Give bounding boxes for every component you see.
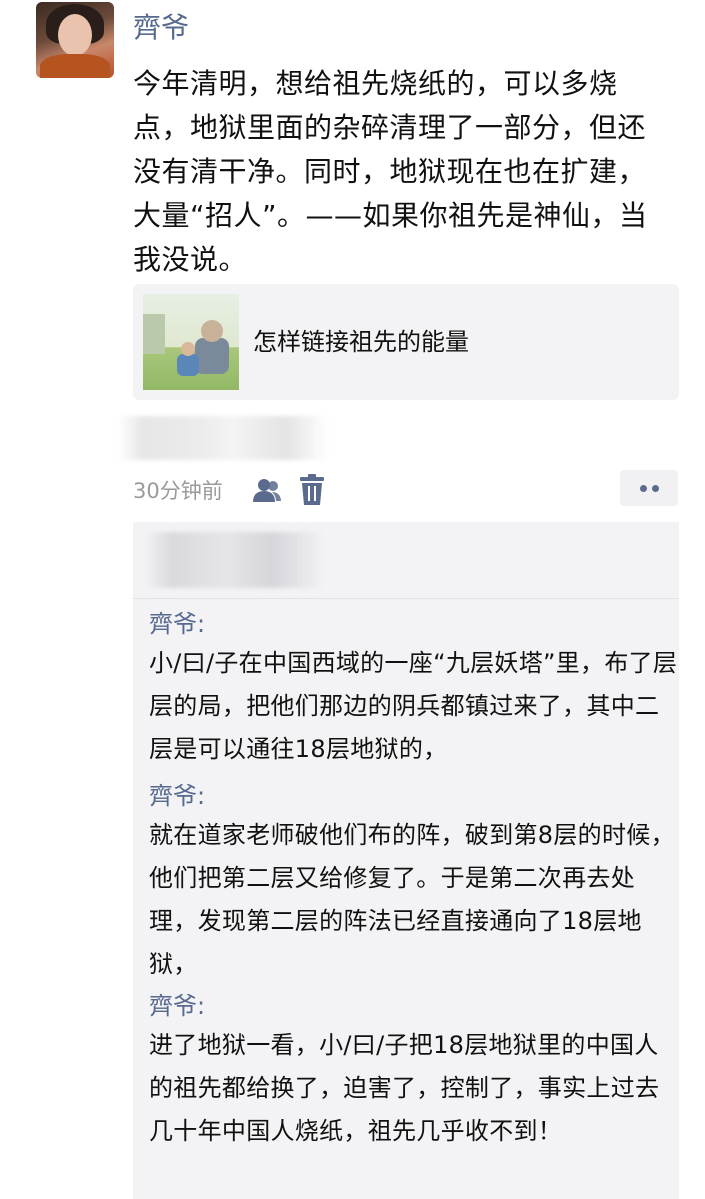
comment-text: 进了地狱一看，小/曰/子把18层地狱里的中国人的祖先都给换了，迫害了，控制了，事…	[149, 1031, 660, 1145]
more-dots-icon	[640, 485, 647, 492]
friends-visibility-icon[interactable]	[252, 476, 282, 506]
post-timestamp: 30分钟前	[133, 479, 223, 503]
comments-panel: 齊爷: 小/曰/子在中国西域的一座“九层妖塔”里，布了层层的局，把他们那边的阴兵…	[133, 522, 679, 1199]
comment-text: 就在道家老师破他们布的阵，破到第8层的时候，他们把第二层又给修复了。于是第二次再…	[149, 821, 675, 978]
comment-item[interactable]: 齊爷: 就在道家老师破他们布的阵，破到第8层的时候，他们把第二层又给修复了。于是…	[149, 778, 679, 986]
blurred-likes	[118, 416, 328, 460]
avatar-face	[58, 14, 92, 56]
blurred-likes-list	[145, 532, 325, 588]
comment-author[interactable]: 齊爷:	[149, 988, 679, 1024]
link-thumbnail	[143, 294, 239, 390]
post-username[interactable]: 齊爷	[133, 10, 189, 46]
comment-author[interactable]: 齊爷:	[149, 778, 679, 814]
comment-text: 小/曰/子在中国西域的一座“九层妖塔”里，布了层层的局，把他们那边的阴兵都镇过来…	[149, 649, 678, 763]
shared-link-card[interactable]: 怎样链接祖先的能量	[133, 284, 679, 400]
comment-author[interactable]: 齊爷:	[149, 606, 679, 642]
trash-icon[interactable]	[299, 474, 325, 506]
comment-item[interactable]: 齊爷: 进了地狱一看，小/曰/子把18层地狱里的中国人的祖先都给换了，迫害了，控…	[149, 988, 679, 1153]
more-options-button[interactable]	[620, 470, 678, 506]
avatar-sweater	[40, 54, 110, 78]
comment-item[interactable]: 齊爷: 小/曰/子在中国西域的一座“九层妖塔”里，布了层层的局，把他们那边的阴兵…	[149, 606, 679, 771]
link-title: 怎样链接祖先的能量	[253, 328, 469, 356]
user-avatar[interactable]	[36, 2, 114, 78]
likes-divider	[133, 598, 679, 599]
post-text: 今年清明，想给祖先烧纸的，可以多烧点，地狱里面的杂碎清理了一部分，但还没有清干净…	[133, 67, 648, 276]
